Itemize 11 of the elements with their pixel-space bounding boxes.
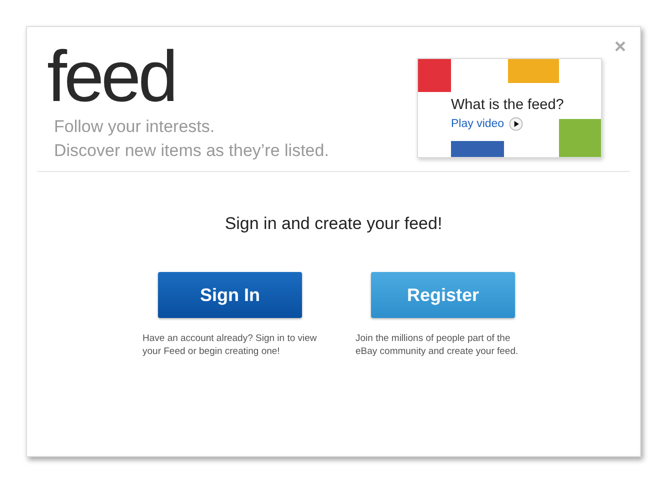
video-card-title: What is the feed? (451, 97, 564, 113)
heading: Sign in and create your feed! (224, 214, 444, 234)
play-icon[interactable] (509, 117, 524, 131)
video-card[interactable]: What is the feed? Play video (417, 58, 602, 158)
tagline: Discover new items as they’re listed. (54, 140, 329, 162)
sign-in-button[interactable]: Sign In (158, 272, 302, 318)
logo: feed (47, 45, 176, 109)
play-video-link[interactable]: Play video (451, 118, 504, 130)
tagline: Follow your interests. (54, 116, 216, 138)
description: Have an account already? Sign in to view your Feed or begin creating one! (142, 332, 318, 358)
description: Join the millions of people part of the eBay community and create your feed. (356, 332, 520, 358)
